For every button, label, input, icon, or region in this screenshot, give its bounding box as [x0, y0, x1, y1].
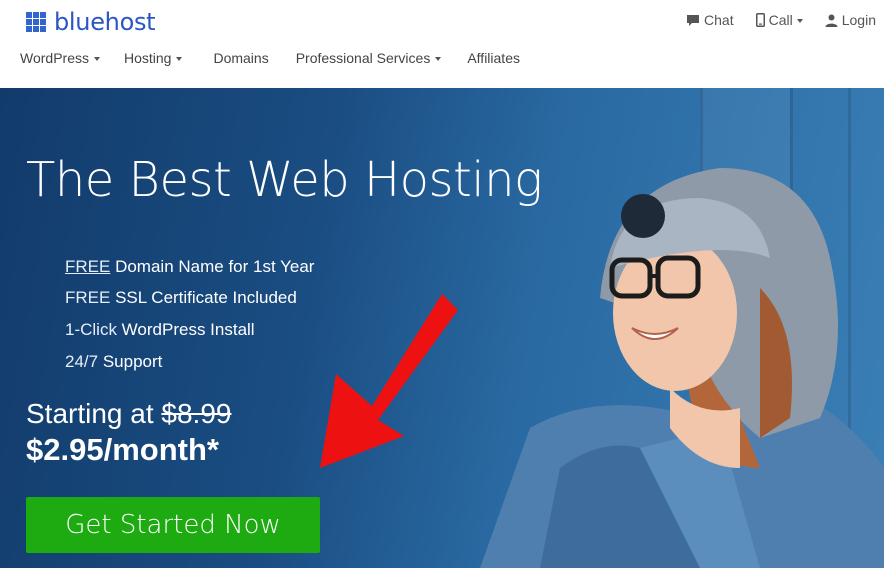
- bluehost-logo[interactable]: bluehost: [26, 8, 156, 36]
- feature-prefix: 24/7: [65, 352, 99, 371]
- hero-banner: The Best Web Hosting FREE Domain Name fo…: [0, 88, 884, 568]
- chevron-down-icon: [796, 19, 803, 23]
- starting-price: Starting at $8.99: [26, 398, 231, 430]
- feature-text: WordPress Install: [116, 320, 255, 339]
- nav-professional-services[interactable]: Professional Services: [296, 50, 442, 66]
- nav-professional-services-label: Professional Services: [295, 50, 431, 66]
- get-started-button[interactable]: Get Started Now: [26, 497, 320, 553]
- current-price: $2.95/month*: [26, 432, 219, 467]
- feature-item: FREE Domain Name for 1st Year: [65, 257, 314, 277]
- chat-label: Chat: [704, 12, 734, 28]
- chevron-down-icon: [176, 57, 183, 61]
- call-dropdown[interactable]: Call: [755, 12, 803, 28]
- nav-wordpress-label: WordPress: [20, 50, 89, 66]
- utility-nav: Chat Call Login: [686, 12, 876, 28]
- feature-prefix: FREE: [65, 288, 111, 307]
- user-icon: [825, 14, 838, 27]
- login-link[interactable]: Login: [825, 12, 876, 28]
- nav-affiliates-label: Affiliates: [467, 50, 520, 66]
- main-nav: WordPress Hosting Domains Professional S…: [20, 50, 520, 66]
- nav-hosting[interactable]: Hosting: [123, 50, 183, 66]
- feature-text: Support: [98, 352, 163, 371]
- brand-name: bluehost: [54, 8, 156, 36]
- feature-text: Domain Name for 1st Year: [110, 257, 315, 276]
- login-label: Login: [841, 12, 876, 28]
- feature-item: 1-Click WordPress Install: [65, 320, 255, 340]
- chat-bubble-icon: [687, 14, 700, 26]
- feature-text: SSL Certificate Included: [110, 288, 297, 307]
- nav-domains[interactable]: Domains: [213, 50, 268, 66]
- feature-item: 24/7 Support: [65, 352, 162, 372]
- feature-item: FREE SSL Certificate Included: [65, 288, 297, 308]
- call-label: Call: [768, 12, 793, 28]
- feature-prefix: FREE: [65, 257, 111, 276]
- nav-hosting-label: Hosting: [123, 50, 172, 66]
- nav-domains-label: Domains: [213, 50, 269, 66]
- old-price: $8.99: [161, 398, 232, 429]
- phone-icon: [755, 13, 765, 27]
- chat-link[interactable]: Chat: [686, 12, 734, 28]
- site-header: bluehost Chat Call Login WordPress Hosti…: [0, 0, 884, 88]
- nav-affiliates[interactable]: Affiliates: [467, 50, 520, 66]
- chevron-down-icon: [435, 57, 442, 61]
- nav-wordpress[interactable]: WordPress: [20, 50, 100, 66]
- grid-logo-icon: [26, 12, 46, 32]
- hero-title: The Best Web Hosting: [26, 152, 543, 208]
- feature-prefix: 1-Click: [65, 320, 117, 339]
- chevron-down-icon: [93, 57, 100, 61]
- starting-prefix: Starting at: [26, 398, 162, 429]
